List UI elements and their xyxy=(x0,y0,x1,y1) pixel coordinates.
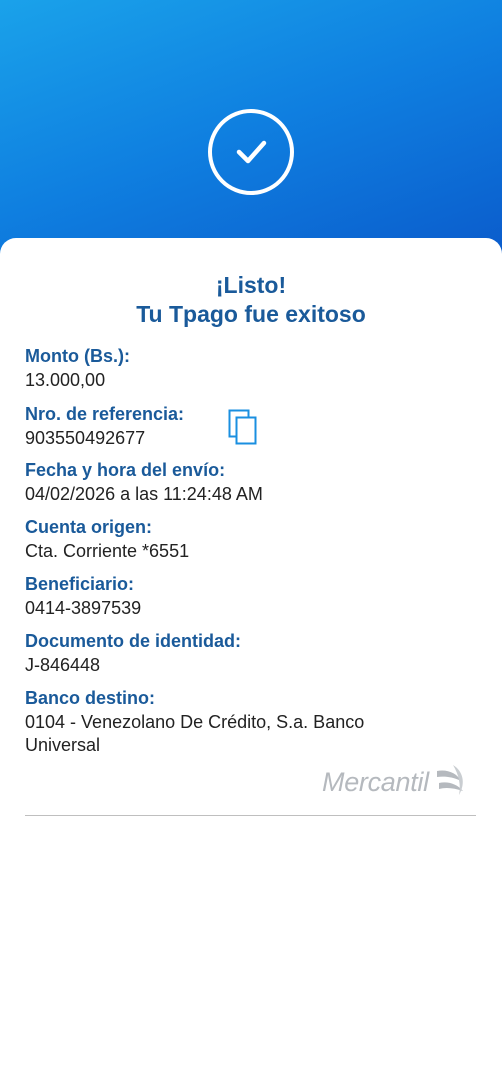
id-document-label: Documento de identidad: xyxy=(25,631,241,651)
datetime-field: Fecha y hora del envío: 04/02/2026 a las… xyxy=(25,459,465,506)
id-document-field: Documento de identidad: J-846448 xyxy=(25,630,465,677)
destination-bank-label: Banco destino: xyxy=(25,688,156,708)
copy-icon[interactable] xyxy=(228,409,258,445)
amount-value: 13.000,00 xyxy=(25,370,106,390)
origin-account-label: Cuenta origen: xyxy=(25,517,153,537)
beneficiary-value: 0414-3897539 xyxy=(25,598,142,618)
destination-bank-field: Banco destino: 0104 - Venezolano De Créd… xyxy=(25,687,425,757)
datetime-value: 04/02/2026 a las 11:24:48 AM xyxy=(25,484,263,504)
success-subtitle: Tu Tpago fue exitoso xyxy=(136,301,366,327)
beneficiary-field: Beneficiario: 0414-3897539 xyxy=(25,573,465,620)
receipt-card: ¡Listo! Tu Tpago fue exitoso Monto (Bs.)… xyxy=(0,238,502,1080)
amount-field: Monto (Bs.): 13.000,00 xyxy=(25,345,465,392)
mercantil-logo-icon xyxy=(433,763,467,802)
id-document-value: J-846448 xyxy=(25,655,101,675)
brand-name: Mercantil xyxy=(322,766,429,797)
datetime-label: Fecha y hora del envío: xyxy=(25,460,226,480)
check-circle-icon xyxy=(208,109,294,195)
beneficiary-label: Beneficiario: xyxy=(25,574,135,594)
amount-label: Monto (Bs.): xyxy=(25,346,130,366)
divider xyxy=(25,815,476,816)
mercantil-logo: Mercantil xyxy=(322,762,482,802)
origin-account-value: Cta. Corriente *6551 xyxy=(25,541,190,561)
destination-bank-value: 0104 - Venezolano De Crédito, S.a. Banco… xyxy=(25,712,365,755)
success-title: ¡Listo! xyxy=(215,272,287,298)
origin-account-field: Cuenta origen: Cta. Corriente *6551 xyxy=(25,516,465,563)
